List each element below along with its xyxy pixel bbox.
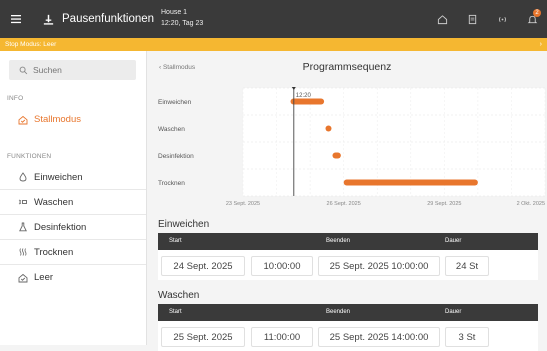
end-field[interactable]: 25 Sept. 2025 10:00:00 [318,256,440,276]
duration-field[interactable]: 24 St [445,256,489,276]
sidebar-item-label: Waschen [34,196,74,208]
house-check-icon [18,273,28,282]
page-title: Programmsequenz [302,61,392,73]
gantt-x-tick: 23 Sept. 2025 [226,201,260,207]
gantt-x-tick: 26 Sept. 2025 [327,201,361,207]
notification-badge: 2 [533,9,541,17]
signal-button[interactable] [487,0,517,38]
header-end: Beenden [326,309,351,315]
sidebar-item-trocknen[interactable]: Trocknen [0,240,146,265]
search-icon [19,66,28,74]
header-duration: Dauer [445,309,462,315]
header-duration: Dauer [445,238,462,244]
gantt-now-label: 12:20 [296,93,312,99]
status-text: Stop Modus: Leer [5,41,57,48]
sidebar-item-leer[interactable]: Leer [0,265,146,290]
table-row: 25 Sept. 2025 11:00:00 25 Sept. 2025 14:… [158,321,538,351]
sidebar-item-label: Stallmodus [34,114,81,125]
step-title: Einweichen [158,219,210,230]
spray-icon [18,199,27,205]
header-start: Start [169,309,182,315]
gantt-bar-waschen [325,125,332,132]
hamburger-icon [11,15,21,24]
top-bar: Pausenfunktionen House 1 12:20, Tag 23 2 [0,0,547,38]
heat-icon [19,248,27,256]
gantt-bar-trocknen [343,179,478,186]
step-title: Waschen [158,290,200,301]
header-end: Beenden [326,238,351,244]
gantt-svg: Einweichen Waschen Desinfektion Trocknen 23 … [158,87,546,207]
document-icon [468,14,476,24]
functions-section-label: FUNKTIONEN [7,153,52,160]
signal-icon [498,16,506,22]
house-check-icon [18,115,28,124]
flask-icon [19,222,27,232]
drop-icon [19,172,27,182]
gantt-row-label: Waschen [158,126,185,133]
sidebar-item-label: Leer [34,272,54,283]
sidebar: INFO Stallmodus FUNKTIONEN Einweichen Wa… [0,51,147,345]
house-name: House 1 [161,9,188,16]
main-content: ‹ Stallmodus Programmsequenz Einweichen W… [147,51,547,351]
gantt-bar-desinfektion [332,152,341,159]
gantt-chart: Einweichen Waschen Desinfektion Trocknen 23 … [147,86,547,211]
sidebar-item-waschen[interactable]: Waschen [0,190,146,215]
document-button[interactable] [457,0,487,38]
home-button[interactable] [427,0,457,38]
step-table-header: Start Beenden Dauer [158,304,538,321]
gantt-bar-einweichen [290,98,325,105]
notifications-button[interactable]: 2 [517,0,547,38]
start-time-field[interactable]: 10:00:00 [251,256,313,276]
house-info[interactable]: House 1 12:20, Tag 23 [161,7,203,29]
app-title: Pausenfunktionen [62,13,155,25]
sidebar-item-einweichen[interactable]: Einweichen [0,165,146,190]
start-date-field[interactable]: 24 Sept. 2025 [161,256,245,276]
pause-function-icon [42,12,56,26]
gantt-x-tick: 29 Sept. 2025 [427,201,461,207]
page-header: ‹ Stallmodus Programmsequenz [147,51,547,86]
gantt-x-tick: 2 Okt. 2025 [517,201,545,207]
start-time-field[interactable]: 11:00:00 [251,327,313,347]
house-time: 12:20, Tag 23 [161,20,204,27]
sidebar-item-label: Trocknen [34,246,74,258]
header-start: Start [169,238,182,244]
search-input[interactable] [33,65,133,75]
chevron-right-icon: › [539,41,542,48]
sidebar-item-label: Desinfektion [34,221,87,233]
duration-field[interactable]: 3 St [445,327,489,347]
menu-button[interactable] [4,0,28,38]
end-field[interactable]: 25 Sept. 2025 14:00:00 [318,327,440,347]
step-table-header: Start Beenden Dauer [158,233,538,250]
status-strip[interactable]: Stop Modus: Leer › [0,38,547,51]
info-section-label: INFO [7,95,24,102]
home-icon [437,14,447,24]
search-box[interactable] [9,60,136,80]
table-row: 24 Sept. 2025 10:00:00 25 Sept. 2025 10:… [158,250,538,280]
gantt-row-label: Trocknen [158,180,185,187]
start-date-field[interactable]: 25 Sept. 2025 [161,327,245,347]
sidebar-item-stallmodus[interactable]: Stallmodus [0,107,146,132]
gantt-row-label: Desinfektion [158,153,194,160]
sidebar-item-desinfektion[interactable]: Desinfektion [0,215,146,240]
sidebar-item-label: Einweichen [34,171,83,183]
gantt-row-label: Einweichen [158,99,192,106]
